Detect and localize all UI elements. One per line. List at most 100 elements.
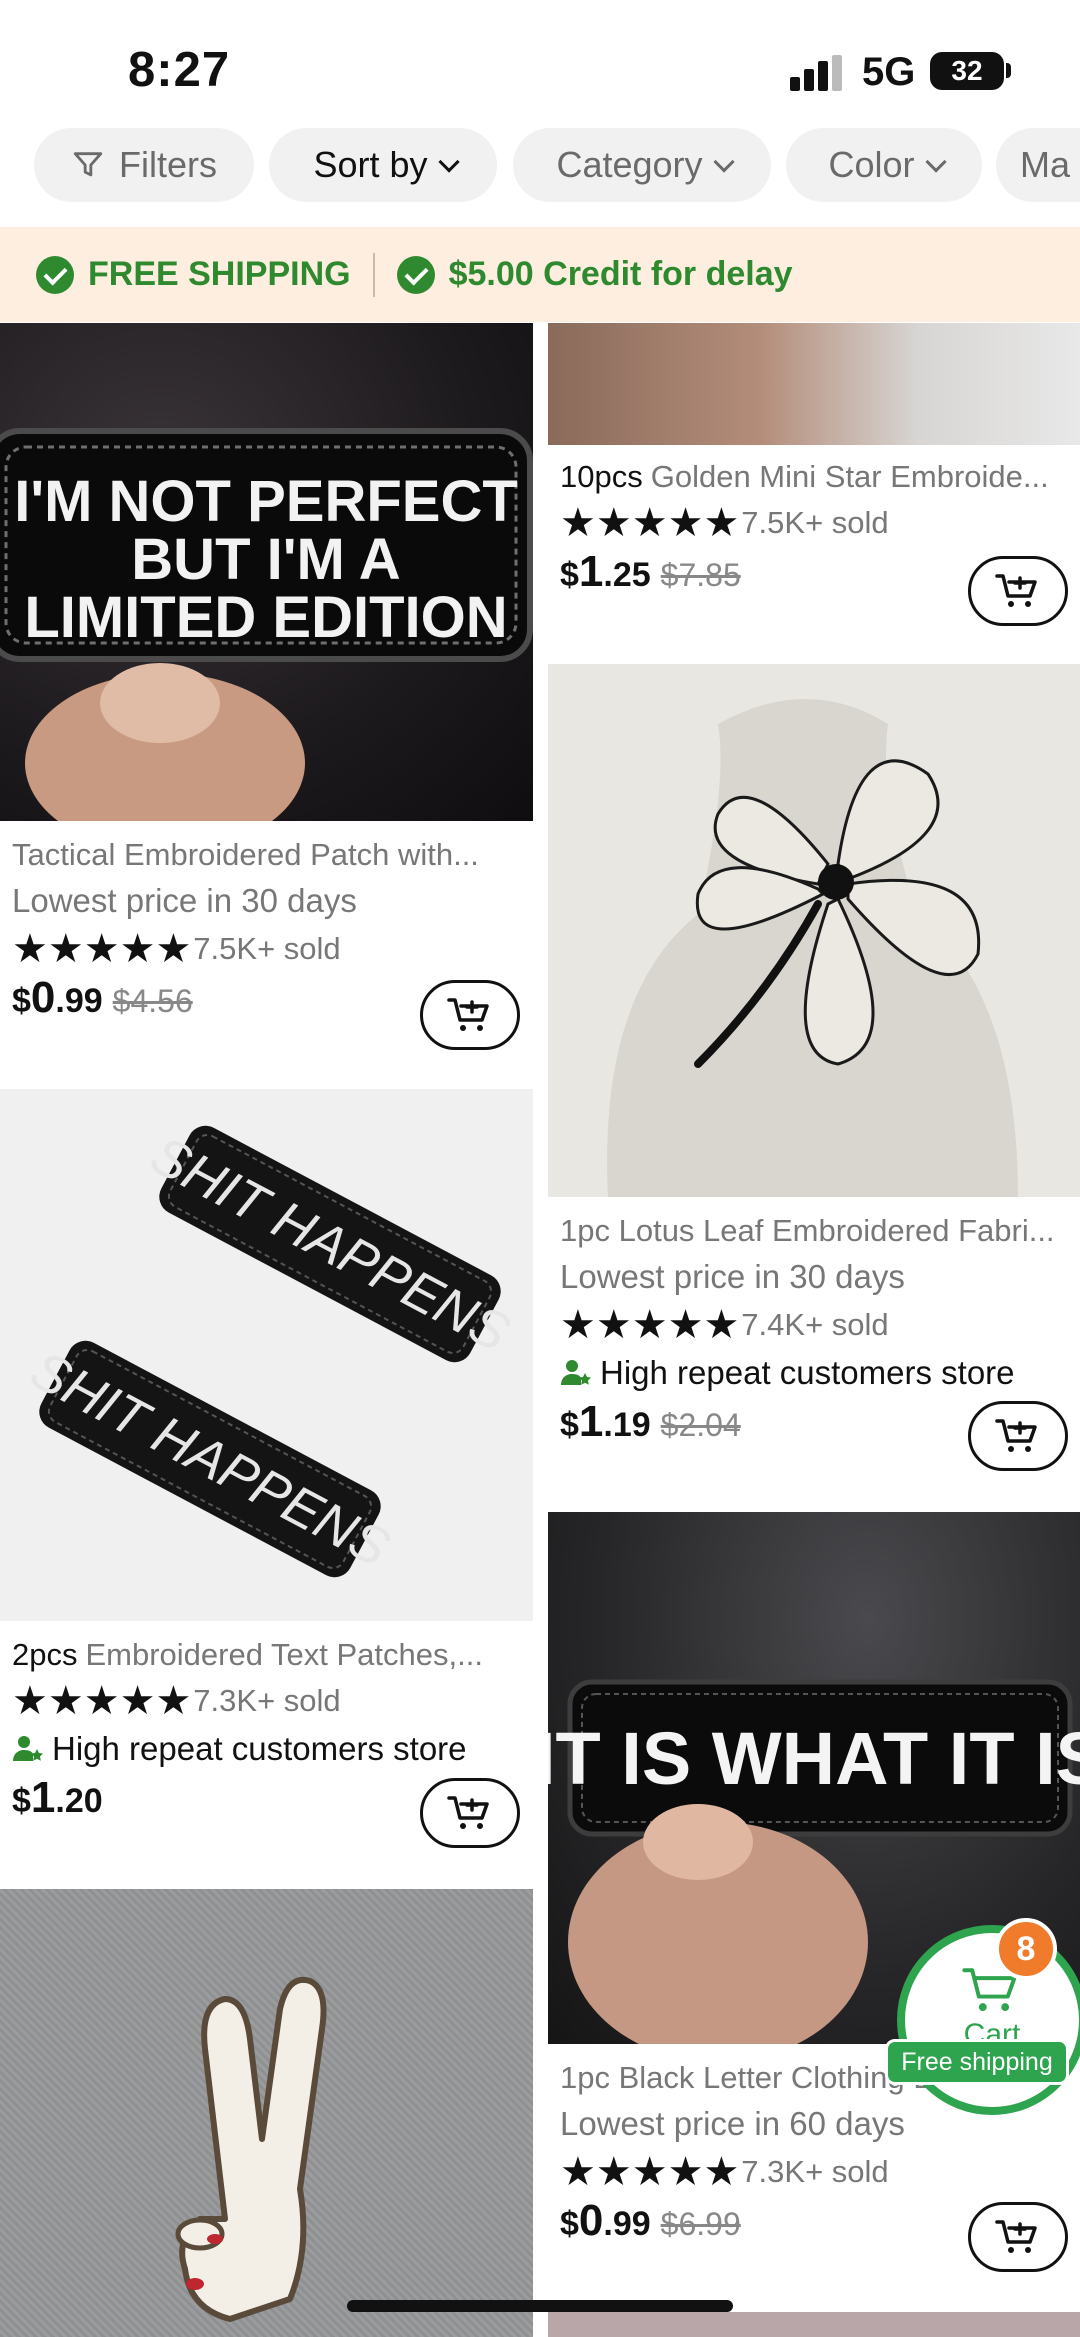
funnel-icon (73, 152, 103, 177)
product-card[interactable]: SHIT HAPPENS SHIT HAPPENS 2pcs Embroidere… (0, 1089, 533, 1869)
original-price: $6.99 (660, 2206, 741, 2242)
check-circle-icon (36, 255, 74, 294)
add-cart-icon (995, 1419, 1037, 1452)
price: $0.99 (12, 973, 103, 1022)
original-price: $2.04 (660, 1407, 741, 1443)
product-image[interactable]: SHIT HAPPENS SHIT HAPPENS (0, 1089, 533, 1621)
rating: ★★★★★ 7.5K+ sold (560, 499, 1070, 547)
peace-hand-patch (175, 1976, 327, 2322)
product-title: 2pcs Embroidered Text Patches,... (12, 1637, 483, 1672)
svg-text:LIMITED EDITION: LIMITED EDITION (24, 585, 507, 650)
free-shipping-pill: Free shipping (885, 2039, 1069, 2085)
add-to-cart-button[interactable] (968, 1401, 1068, 1471)
add-to-cart-button[interactable] (968, 2202, 1068, 2272)
network-label: 5G (862, 50, 916, 94)
sold-count: 7.5K+ sold (741, 505, 889, 540)
add-to-cart-button[interactable] (968, 556, 1068, 626)
status-bar: 8:27 5G 32 (0, 0, 1080, 125)
credit-text: $5.00 Credit for delay (448, 255, 793, 293)
star-icon: ★★★★★ (560, 501, 740, 545)
filters-label: Filters (119, 144, 217, 185)
clock: 8:27 (128, 43, 231, 97)
material-button[interactable]: Ma (996, 128, 1080, 202)
patch-text: SHIT HAPPENS (141, 1125, 519, 1364)
product-image[interactable] (548, 664, 1080, 1197)
patch-text: I'M NOT PERFECT (14, 469, 518, 534)
product-title: 1pc Lotus Leaf Embroidered Fabri... (560, 1213, 1055, 1248)
price: $1.19 (560, 1397, 651, 1446)
product-card[interactable]: 1pc Lotus Leaf Embroidered Fabri... Lowe… (548, 664, 1080, 1496)
star-icon: ★★★★★ (12, 1679, 192, 1723)
repeat-text: High repeat customers store (600, 1354, 1015, 1391)
add-cart-icon (447, 998, 489, 1031)
product-title: Tactical Embroidered Patch with... (12, 837, 479, 872)
product-image[interactable] (0, 1889, 533, 2337)
shipping-banner[interactable]: FREE SHIPPING $5.00 Credit for delay (0, 227, 1080, 322)
patch-text: IT IS WHAT IT IS (548, 1717, 1080, 1800)
product-card[interactable]: IT IS WHAT IT IS 1pc Black Letter Clothi… (548, 1512, 1080, 2312)
rating: ★★★★★ 7.3K+ sold (560, 2148, 1070, 2196)
product-card[interactable] (0, 1889, 533, 2337)
color-button[interactable]: Color (786, 128, 982, 202)
free-shipping-badge: FREE SHIPPING (36, 255, 351, 294)
signal-icon (790, 55, 844, 91)
product-card[interactable]: 10pcs Golden Mini Star Embroide... ★★★★★ … (548, 323, 1080, 663)
repeat-customers-badge: High repeat customers store (12, 1725, 523, 1773)
add-cart-icon (447, 1796, 489, 1829)
rating: ★★★★★ 7.3K+ sold (12, 1677, 523, 1725)
sold-count: 7.3K+ sold (741, 2154, 889, 2189)
price-note: Lowest price in 30 days (12, 882, 357, 919)
patch-text: SHIT HAPPENS (21, 1340, 399, 1579)
free-shipping-text: FREE SHIPPING (88, 255, 351, 293)
material-label: Ma (1020, 144, 1071, 185)
star-icon: ★★★★★ (12, 927, 192, 971)
category-button[interactable]: Category (513, 128, 771, 202)
product-card[interactable]: I'M NOT PERFECT BUT I'M A LIMITED EDITIO… (0, 323, 533, 1063)
patch-image: SHIT HAPPENS SHIT HAPPENS (21, 1125, 519, 1579)
add-to-cart-button[interactable] (420, 1778, 520, 1848)
sold-count: 7.4K+ sold (741, 1307, 889, 1342)
sort-by-label: Sort by (313, 144, 428, 185)
star-icon: ★★★★★ (560, 1303, 740, 1347)
product-image[interactable]: I'M NOT PERFECT BUT I'M A LIMITED EDITIO… (0, 323, 533, 821)
rating: ★★★★★ 7.4K+ sold (560, 1301, 1070, 1349)
chevron-down-icon (924, 150, 947, 173)
sort-by-button[interactable]: Sort by (269, 128, 497, 202)
flower-applique-image (607, 699, 1018, 1197)
person-star-icon (561, 1360, 591, 1385)
price: $1.20 (12, 1773, 103, 1822)
battery-icon: 32 (930, 52, 1004, 90)
divider (372, 252, 375, 297)
original-price: $4.56 (112, 983, 193, 1019)
price: $1.25 (560, 547, 651, 596)
product-card[interactable] (548, 2312, 1080, 2337)
chevron-down-icon (437, 150, 460, 173)
person-star-icon (13, 1736, 43, 1761)
star-icon: ★★★★★ (560, 2150, 740, 2194)
product-title: 10pcs Golden Mini Star Embroide... (560, 459, 1049, 494)
repeat-customers-badge: High repeat customers store (560, 1349, 1070, 1397)
sold-count: 7.5K+ sold (193, 931, 341, 966)
category-label: Category (556, 144, 703, 185)
repeat-text: High repeat customers store (52, 1730, 467, 1767)
add-cart-icon (995, 2220, 1037, 2253)
price: $0.99 (560, 2196, 651, 2245)
check-circle-icon (396, 255, 435, 294)
credit-badge: $5.00 Credit for delay (396, 255, 793, 294)
patch-image: I'M NOT PERFECT BUT I'M A LIMITED EDITIO… (0, 428, 533, 821)
original-price: $7.85 (660, 557, 741, 593)
filters-button[interactable]: Filters (34, 128, 254, 202)
svg-text:BUT I'M A: BUT I'M A (131, 527, 400, 592)
cart-count-badge: 8 (995, 1918, 1057, 1980)
product-image[interactable] (548, 323, 1080, 445)
battery-tip (1006, 63, 1011, 78)
chevron-down-icon (712, 150, 735, 173)
add-cart-icon (995, 574, 1037, 607)
filter-bar: Filters Sort by Category Color Ma (0, 128, 1080, 204)
rating: ★★★★★ 7.5K+ sold (12, 925, 523, 973)
home-indicator[interactable] (347, 2300, 733, 2312)
sold-count: 7.3K+ sold (193, 1683, 341, 1718)
color-label: Color (828, 144, 915, 185)
add-to-cart-button[interactable] (420, 980, 520, 1050)
price-note: Lowest price in 30 days (560, 1258, 905, 1295)
